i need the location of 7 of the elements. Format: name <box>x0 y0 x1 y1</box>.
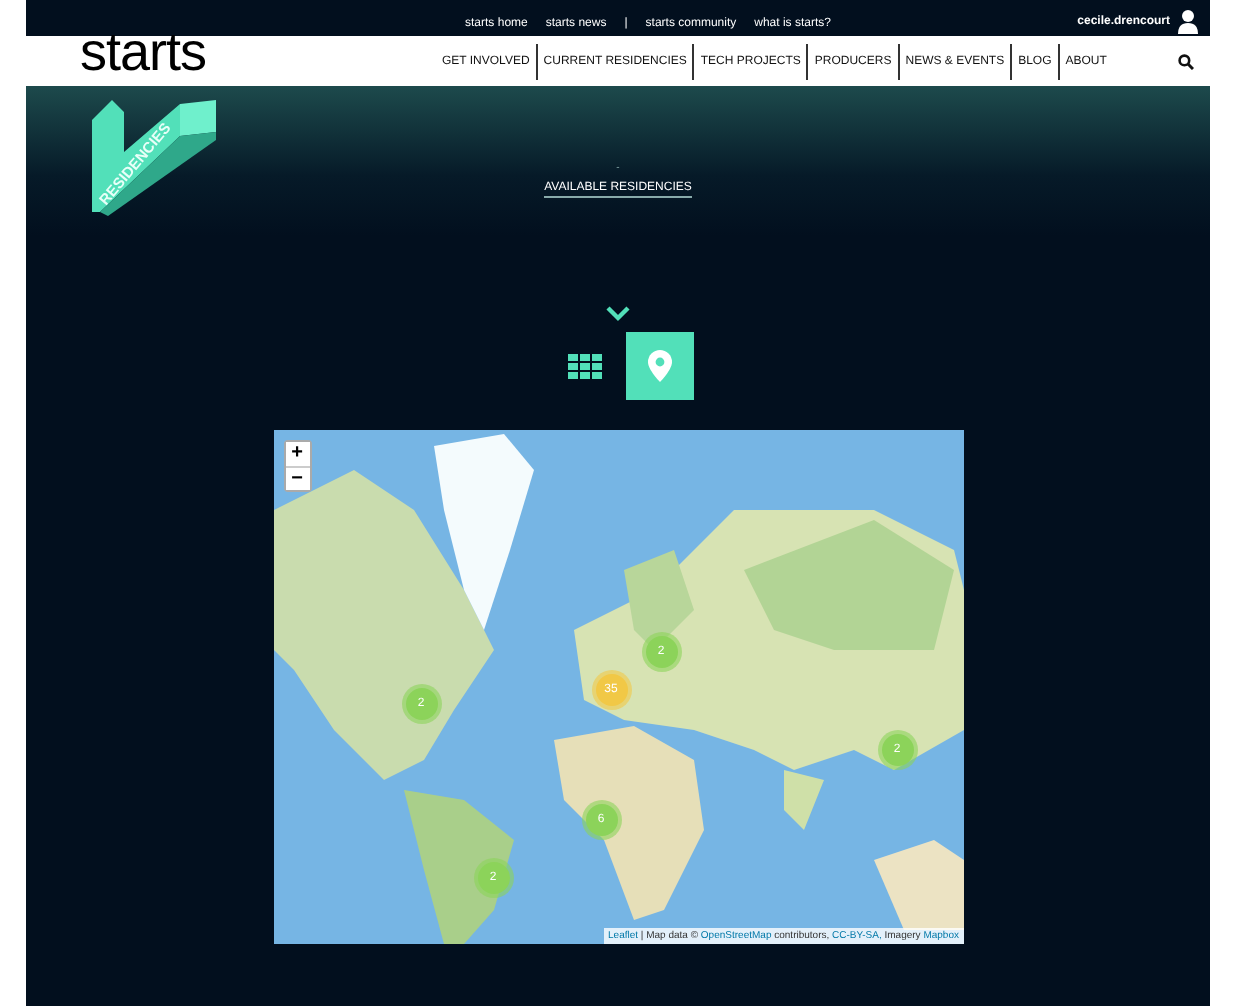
search-icon[interactable] <box>1178 53 1194 69</box>
grid-icon <box>568 353 602 379</box>
map-pin-icon <box>647 350 671 382</box>
user-icon[interactable] <box>1178 10 1198 34</box>
site-logo[interactable]: starts <box>80 26 400 80</box>
zoom-out-button[interactable]: − <box>285 466 309 490</box>
chevron-down-icon[interactable] <box>606 306 630 322</box>
